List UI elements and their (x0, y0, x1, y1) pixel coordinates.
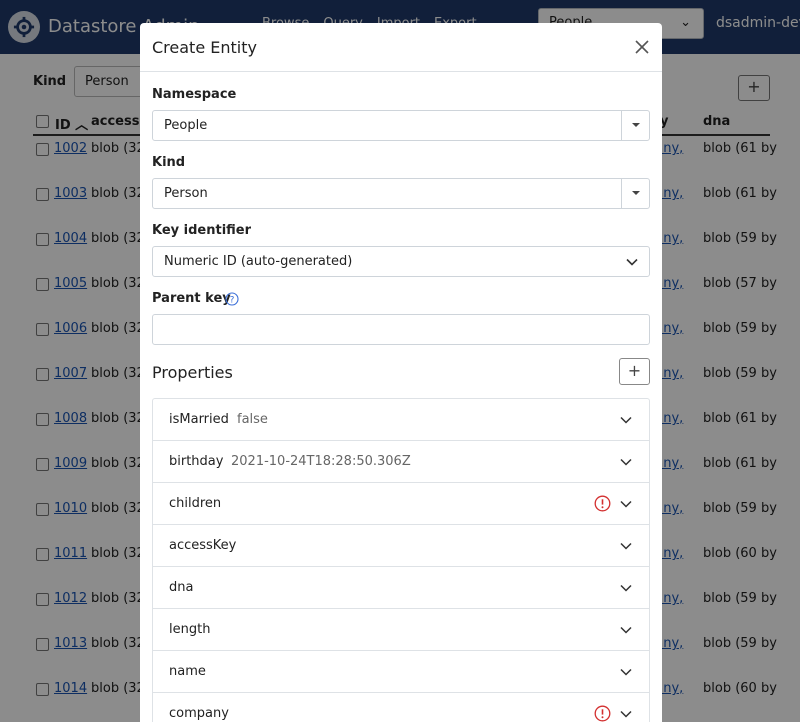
key-identifier-value: Numeric ID (auto-generated) (164, 254, 353, 269)
property-length[interactable]: length (153, 609, 649, 651)
property-children[interactable]: children (153, 483, 649, 525)
property-name: isMarried (169, 412, 229, 427)
kind-value: Person (164, 186, 208, 201)
warning-icon (594, 705, 611, 722)
chevron-down-icon[interactable] (619, 623, 633, 637)
kind-field-label: Kind (152, 155, 186, 170)
chevron-down-icon[interactable] (619, 707, 633, 721)
help-icon[interactable]: ? (225, 292, 239, 306)
properties-title: Properties (152, 363, 233, 382)
chevron-down-icon[interactable] (619, 497, 633, 511)
property-name: dna (169, 580, 194, 595)
parent-key-label: Parent key (152, 291, 231, 306)
key-identifier-select[interactable]: Numeric ID (auto-generated) (152, 246, 650, 277)
property-value: 2021-10-24T18:28:50.306Z (231, 454, 411, 469)
close-icon[interactable] (632, 37, 652, 57)
parent-key-input[interactable] (152, 314, 650, 345)
chevron-down-icon[interactable] (619, 539, 633, 553)
property-name[interactable]: name (153, 651, 649, 693)
kind-dropdown-button[interactable] (621, 179, 649, 208)
namespace-label: Namespace (152, 87, 237, 102)
property-dna[interactable]: dna (153, 567, 649, 609)
key-identifier-label: Key identifier (152, 223, 252, 238)
properties-list: isMarried false birthday 2021-10-24T18:28:5… (152, 398, 650, 722)
chevron-down-icon[interactable] (619, 455, 633, 469)
chevron-down-icon (626, 258, 638, 266)
property-name: birthday (169, 454, 224, 469)
property-name: name (169, 664, 206, 679)
modal-header: Create Entity (140, 23, 662, 72)
modal-title: Create Entity (152, 38, 257, 57)
create-entity-modal: Create Entity Namespace People Kind Pers… (140, 23, 662, 722)
property-birthday[interactable]: birthday 2021-10-24T18:28:50.306Z (153, 441, 649, 483)
property-ismarried[interactable]: isMarried false (153, 399, 649, 441)
property-name: length (169, 622, 211, 637)
property-value: false (237, 412, 268, 427)
add-property-button[interactable]: + (619, 358, 650, 385)
chevron-down-icon[interactable] (619, 665, 633, 679)
namespace-combobox[interactable]: People (152, 110, 650, 141)
svg-text:?: ? (230, 295, 235, 305)
chevron-down-icon[interactable] (619, 413, 633, 427)
property-name: accessKey (169, 538, 237, 553)
property-name: children (169, 496, 222, 511)
chevron-down-icon[interactable] (619, 581, 633, 595)
namespace-dropdown-button[interactable] (621, 111, 649, 140)
namespace-value: People (164, 118, 208, 133)
property-company[interactable]: company (153, 693, 649, 722)
warning-icon (594, 495, 611, 512)
property-name: company (169, 706, 229, 721)
kind-combobox[interactable]: Person (152, 178, 650, 209)
property-accesskey[interactable]: accessKey (153, 525, 649, 567)
